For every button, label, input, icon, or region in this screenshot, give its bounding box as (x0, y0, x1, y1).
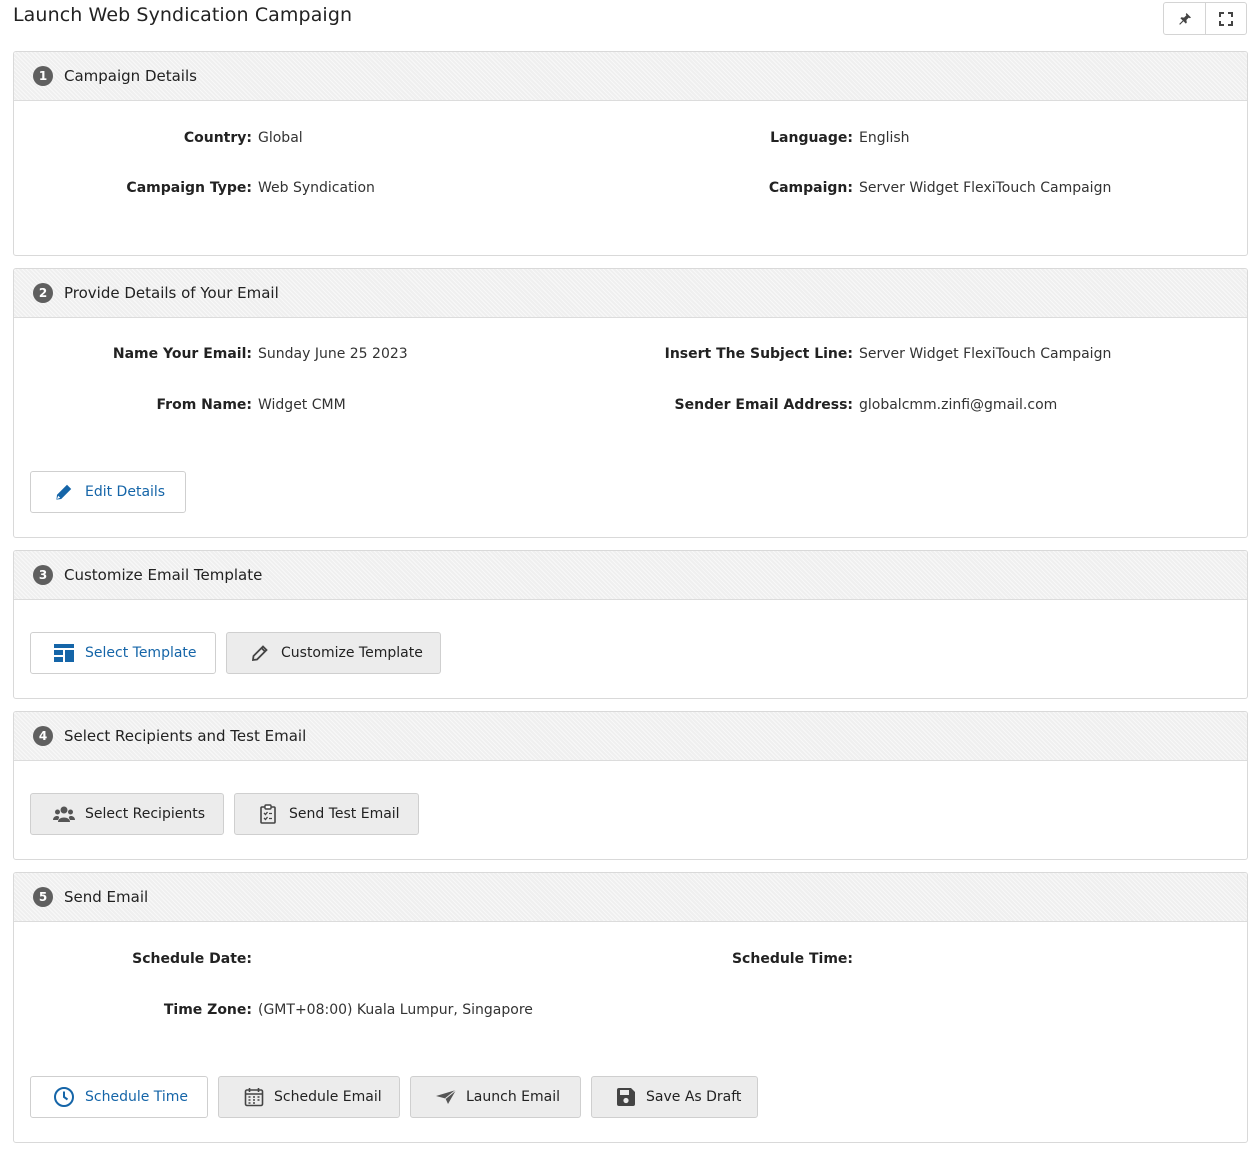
button-label: Select Template (85, 645, 197, 661)
button-label: Customize Template (281, 645, 423, 661)
window-tools (1163, 2, 1247, 35)
field-label: Campaign: (768, 180, 853, 196)
schedule-time-button[interactable]: Schedule Time (30, 1076, 208, 1118)
paper-plane-icon (435, 1086, 457, 1108)
field-value: English (859, 130, 910, 146)
fullscreen-icon (1219, 11, 1233, 26)
panel-header: 4 Select Recipients and Test Email (14, 712, 1247, 761)
field-label: Time Zone: (163, 1002, 252, 1018)
field-label: Insert The Subject Line: (664, 346, 853, 362)
customize-template-button[interactable]: Customize Template (226, 632, 441, 674)
save-as-draft-button[interactable]: Save As Draft (591, 1076, 758, 1118)
field-label: Language: (770, 130, 853, 146)
pencil-icon (249, 642, 271, 664)
panel-header: 2 Provide Details of Your Email (14, 269, 1247, 318)
button-label: Schedule Time (85, 1089, 189, 1105)
campaign-details-panel: 1 Campaign Details Country: Global Langu… (13, 51, 1248, 256)
recipients-panel: 4 Select Recipients and Test Email Selec… (13, 711, 1248, 860)
users-icon (53, 803, 75, 825)
time-zone-field: Time Zone: (GMT+08:00) Kuala Lumpur, Sin… (14, 1002, 533, 1018)
page-title: Launch Web Syndication Campaign (13, 4, 353, 26)
field-value: (GMT+08:00) Kuala Lumpur, Singapore (258, 1002, 533, 1018)
field-value: Server Widget FlexiTouch Campaign (859, 180, 1112, 196)
template-layout-icon (53, 642, 75, 664)
field-value: globalcmm.zinfi@gmail.com (859, 397, 1058, 413)
step-badge: 4 (33, 726, 53, 746)
button-label: Send Test Email (289, 806, 400, 822)
clock-icon (53, 1086, 75, 1108)
clipboard-checklist-icon (257, 803, 279, 825)
field-value: Server Widget FlexiTouch Campaign (859, 346, 1112, 362)
step-badge: 1 (33, 66, 53, 86)
select-recipients-button[interactable]: Select Recipients (30, 793, 224, 835)
sender-email-field: Sender Email Address: globalcmm.zinfi@gm… (14, 397, 1058, 413)
calendar-icon (243, 1086, 265, 1108)
edit-details-button[interactable]: Edit Details (30, 471, 186, 513)
step-badge: 3 (33, 565, 53, 585)
pencil-icon (53, 481, 75, 503)
button-label: Select Recipients (85, 806, 205, 822)
panel-header: 1 Campaign Details (14, 52, 1247, 101)
fullscreen-button[interactable] (1205, 3, 1246, 34)
step-badge: 5 (33, 887, 53, 907)
pin-button[interactable] (1164, 3, 1205, 34)
panel-title: Select Recipients and Test Email (64, 727, 307, 745)
floppy-disk-icon (615, 1086, 637, 1108)
panel-title: Campaign Details (64, 67, 197, 85)
email-template-panel: 3 Customize Email Template Select Templa… (13, 550, 1248, 699)
step-badge: 2 (33, 283, 53, 303)
language-field: Language: English (14, 130, 910, 146)
panel-title: Provide Details of Your Email (64, 284, 279, 302)
button-label: Launch Email (466, 1089, 560, 1105)
send-test-email-button[interactable]: Send Test Email (234, 793, 419, 835)
panel-title: Send Email (64, 888, 149, 906)
field-label: Schedule Time: (731, 951, 853, 967)
campaign-field: Campaign: Server Widget FlexiTouch Campa… (14, 180, 1112, 196)
button-label: Schedule Email (274, 1089, 382, 1105)
pin-icon (1178, 12, 1191, 25)
schedule-time-field: Schedule Time: (14, 951, 859, 967)
select-template-button[interactable]: Select Template (30, 632, 216, 674)
send-email-panel: 5 Send Email Schedule Date: Schedule Tim… (13, 872, 1248, 1143)
email-details-panel: 2 Provide Details of Your Email Name You… (13, 268, 1248, 538)
subject-line-field: Insert The Subject Line: Server Widget F… (14, 346, 1112, 362)
panel-title: Customize Email Template (64, 566, 263, 584)
panel-header: 3 Customize Email Template (14, 551, 1247, 600)
panel-header: 5 Send Email (14, 873, 1247, 922)
schedule-email-button[interactable]: Schedule Email (218, 1076, 400, 1118)
field-label: Sender Email Address: (674, 397, 853, 413)
button-label: Save As Draft (646, 1089, 742, 1105)
launch-email-button[interactable]: Launch Email (410, 1076, 581, 1118)
button-label: Edit Details (85, 484, 166, 500)
